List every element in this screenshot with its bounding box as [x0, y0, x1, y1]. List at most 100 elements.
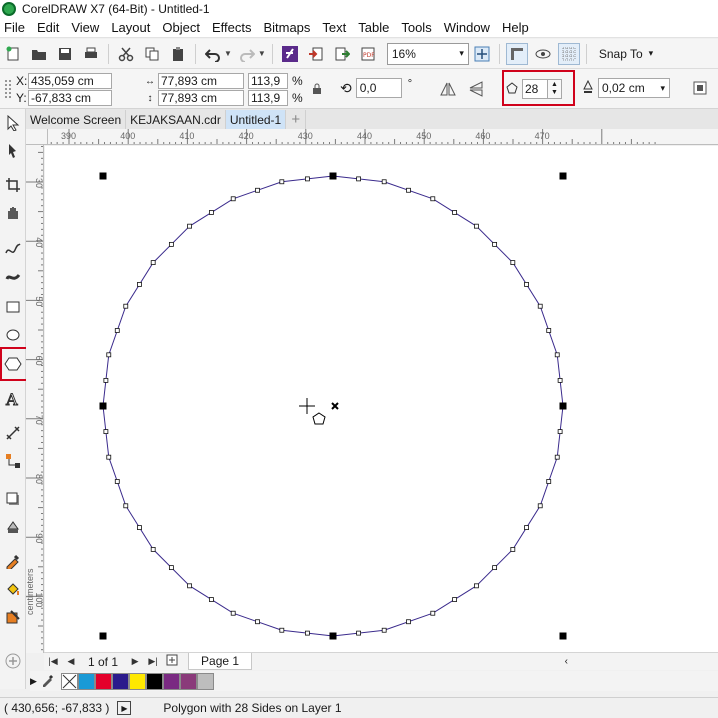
- polygon-node[interactable]: [492, 565, 498, 571]
- swatch-gray[interactable]: [196, 672, 214, 690]
- page-tab-1[interactable]: Page 1: [188, 653, 253, 670]
- menu-layout[interactable]: Layout: [105, 20, 156, 35]
- ruler-origin[interactable]: [26, 129, 48, 145]
- height-field[interactable]: 77,893 cm: [158, 90, 244, 106]
- swatch-black[interactable]: [145, 672, 163, 690]
- save-icon[interactable]: [54, 43, 76, 65]
- width-field[interactable]: 77,893 cm: [158, 73, 244, 89]
- polygon-node[interactable]: [474, 223, 479, 229]
- selection-handle[interactable]: [559, 402, 567, 410]
- full-screen-preview-icon[interactable]: [532, 43, 554, 65]
- polygon-node[interactable]: [106, 352, 112, 358]
- polygon-node[interactable]: [406, 619, 411, 625]
- y-position-field[interactable]: -67,833 cm: [28, 90, 112, 106]
- polygon-node[interactable]: [187, 223, 192, 229]
- polygon-node[interactable]: [187, 583, 192, 589]
- zoom-level-select[interactable]: 16% ▾: [386, 42, 469, 65]
- polygon-node[interactable]: [168, 241, 174, 247]
- show-rulers-icon[interactable]: [505, 42, 528, 65]
- redo-icon[interactable]: [236, 43, 258, 65]
- mirror-horizontal-icon[interactable]: [440, 81, 456, 100]
- text-tool-icon[interactable]: A: [3, 389, 23, 409]
- menu-file[interactable]: File: [0, 20, 31, 35]
- swatch-red[interactable]: [94, 672, 112, 690]
- undo-icon[interactable]: [202, 43, 224, 65]
- polygon-tool-icon[interactable]: [3, 354, 23, 374]
- selection-handle[interactable]: [99, 402, 107, 410]
- polygon-node[interactable]: [381, 627, 387, 633]
- mirror-vertical-icon[interactable]: [468, 81, 484, 100]
- polygon-sides-field[interactable]: 28: [522, 79, 548, 99]
- polygon-node[interactable]: [356, 176, 361, 182]
- polygon-node[interactable]: [492, 241, 498, 247]
- polygon-node[interactable]: [510, 547, 516, 552]
- polygon-node[interactable]: [106, 454, 112, 460]
- polygon-node[interactable]: [554, 454, 560, 460]
- polygon-node[interactable]: [255, 187, 260, 193]
- polygon-node[interactable]: [279, 179, 285, 185]
- polygon-node[interactable]: [305, 176, 310, 182]
- x-position-field[interactable]: 435,059 cm: [28, 73, 112, 89]
- polygon-node[interactable]: [406, 187, 411, 193]
- rectangle-tool-icon[interactable]: [3, 297, 23, 317]
- polygon-node[interactable]: [381, 179, 387, 185]
- add-tool-icon[interactable]: [3, 651, 23, 671]
- polygon-node[interactable]: [474, 583, 479, 589]
- swatch-yellow[interactable]: [128, 672, 146, 690]
- horizontal-ruler[interactable]: 390 400 410 420 430 440 450 460 470: [48, 129, 718, 145]
- undo-dropdown-icon[interactable]: ▼: [224, 49, 232, 58]
- polygon-node[interactable]: [137, 525, 142, 530]
- redo-dropdown-icon[interactable]: ▼: [258, 49, 266, 58]
- import-icon[interactable]: [305, 43, 327, 65]
- outline-width-select[interactable]: 0,02 cm ▾: [598, 78, 670, 98]
- polygon-node[interactable]: [305, 630, 310, 636]
- swatch-plum[interactable]: [179, 672, 197, 690]
- eyedropper-icon[interactable]: [41, 673, 55, 690]
- search-content-icon[interactable]: [279, 43, 301, 65]
- publish-pdf-icon[interactable]: PDF: [357, 43, 379, 65]
- tab-welcome-screen[interactable]: Welcome Screen: [26, 110, 127, 129]
- polygon-node[interactable]: [557, 429, 563, 434]
- first-page-icon[interactable]: |◀: [46, 656, 60, 667]
- polygon-sides-spinner[interactable]: ▲ ▼: [548, 79, 562, 99]
- lock-ratio-icon[interactable]: [312, 83, 322, 98]
- polygon-node[interactable]: [123, 303, 129, 309]
- new-tab-button[interactable]: +: [286, 110, 307, 129]
- menu-window[interactable]: Window: [438, 20, 496, 35]
- menu-tools[interactable]: Tools: [395, 20, 437, 35]
- open-folder-icon[interactable]: [28, 43, 50, 65]
- polygon-node[interactable]: [537, 503, 543, 509]
- drop-shadow-tool-icon[interactable]: [3, 489, 23, 509]
- swatch-blue-violet[interactable]: [111, 672, 129, 690]
- snap-to-menu[interactable]: Snap To ▾: [599, 47, 653, 61]
- polygon-node[interactable]: [510, 260, 516, 265]
- print-icon[interactable]: [80, 43, 102, 65]
- ellipse-tool-icon[interactable]: [3, 325, 23, 345]
- export-icon[interactable]: [331, 43, 353, 65]
- horizontal-scrollbar[interactable]: [574, 652, 718, 670]
- menu-table[interactable]: Table: [352, 20, 395, 35]
- polygon-node[interactable]: [279, 627, 285, 633]
- polygon-node[interactable]: [168, 565, 174, 571]
- polygon-node[interactable]: [150, 547, 156, 552]
- eyedropper-tool-icon[interactable]: [3, 551, 23, 571]
- polygon-node[interactable]: [452, 597, 457, 602]
- polygon-node[interactable]: [114, 328, 120, 333]
- polygon-node[interactable]: [452, 210, 457, 215]
- polygon-node[interactable]: [230, 610, 236, 616]
- scale-y-field[interactable]: 113,9: [248, 90, 288, 106]
- tab-untitled-1[interactable]: Untitled-1: [225, 110, 287, 129]
- zoom-to-page-icon[interactable]: [471, 43, 493, 65]
- paste-icon[interactable]: [167, 43, 189, 65]
- polygon-node[interactable]: [557, 378, 563, 383]
- polygon-node[interactable]: [524, 525, 529, 530]
- swatch-none[interactable]: [60, 672, 78, 690]
- drawing-canvas[interactable]: [45, 146, 718, 652]
- polygon-node[interactable]: [209, 597, 214, 602]
- crop-tool-icon[interactable]: [3, 175, 23, 195]
- next-page-icon[interactable]: ▶: [128, 656, 142, 667]
- polygon-node[interactable]: [430, 196, 436, 202]
- polygon-node[interactable]: [430, 610, 436, 616]
- rotation-field[interactable]: 0,0: [355, 78, 402, 98]
- swatch-purple[interactable]: [162, 672, 180, 690]
